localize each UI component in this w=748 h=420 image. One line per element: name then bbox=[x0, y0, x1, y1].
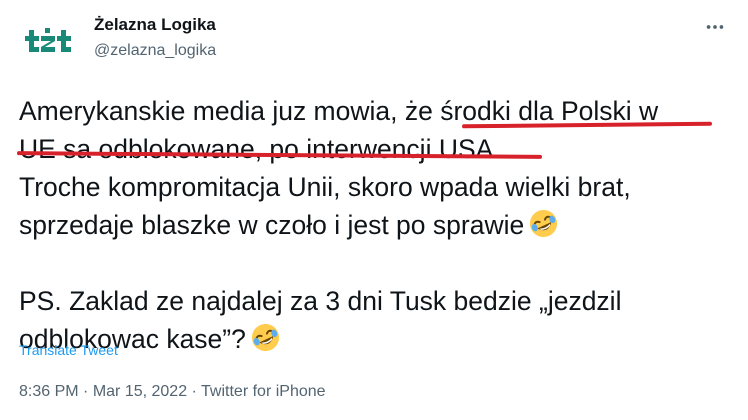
more-options-button[interactable] bbox=[700, 12, 730, 42]
meta-separator: · bbox=[187, 383, 202, 400]
tweet-date[interactable]: Mar 15, 2022 bbox=[93, 383, 187, 400]
tweet-meta: 8:36 PM · Mar 15, 2022 · Twitter for iPh… bbox=[19, 383, 326, 401]
author-name[interactable]: Żelazna Logika bbox=[94, 15, 216, 35]
avatar[interactable] bbox=[18, 14, 78, 74]
tweet-line-with-emoji: sprzedaje blaszke w czoło i jest po spra… bbox=[19, 206, 734, 244]
tweet-line: Troche kompromitacja Unii, skoro wpada w… bbox=[19, 172, 631, 202]
author-handle[interactable]: @zelazna_logika bbox=[94, 42, 216, 60]
tweet-source[interactable]: Twitter for iPhone bbox=[201, 383, 326, 400]
rolling-laughing-emoji-icon bbox=[528, 208, 559, 239]
tweet-line: PS. Zaklad ze najdalej za 3 dni Tusk bed… bbox=[19, 286, 622, 316]
translate-tweet-link[interactable]: Translate Tweet bbox=[19, 342, 118, 358]
tweet-text: Amerykanskie media juz mowia, że środki … bbox=[19, 92, 734, 358]
tweet-line-with-emoji: odblokowac kase”? bbox=[19, 320, 734, 358]
more-horizontal-icon bbox=[706, 25, 724, 29]
rolling-laughing-emoji-icon bbox=[250, 322, 281, 353]
tweet-time[interactable]: 8:36 PM bbox=[19, 383, 79, 400]
tweet-line-text: sprzedaje blaszke w czoło i jest po spra… bbox=[19, 210, 525, 240]
tweet-line: UE sa odblokowane, po interwencji USA. bbox=[19, 134, 501, 164]
tweet-card: Żelazna Logika @zelazna_logika Amerykans… bbox=[0, 0, 748, 420]
avatar-logo bbox=[18, 14, 78, 74]
meta-separator: · bbox=[78, 383, 93, 400]
